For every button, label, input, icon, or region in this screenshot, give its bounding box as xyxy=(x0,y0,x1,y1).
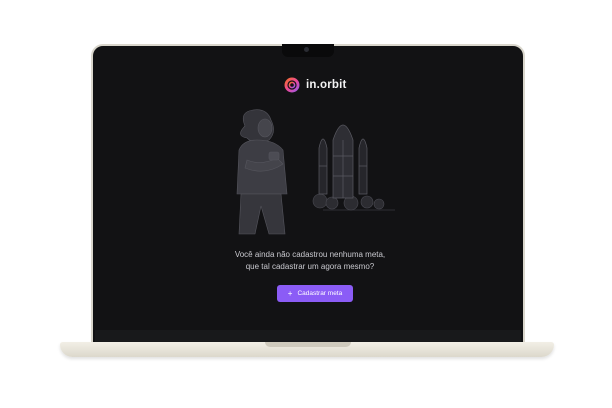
plus-icon: + xyxy=(287,288,293,298)
screen-bottom-bezel xyxy=(95,330,521,342)
cadastrar-meta-label: Cadastrar meta xyxy=(297,290,343,297)
empty-state-message: Você ainda não cadastrou nenhuma meta, q… xyxy=(205,249,415,272)
app-name: in.orbit xyxy=(306,79,347,91)
empty-state-line-1: Você ainda não cadastrou nenhuma meta, xyxy=(234,250,386,259)
laptop-mockup: in.orbit Você ainda não cadastrou nenhum… xyxy=(0,0,612,408)
astronaut-rocket-illustration-icon xyxy=(236,109,395,235)
app-screen: in.orbit Você ainda não cadastrou nenhum… xyxy=(95,50,521,330)
empty-state-line-2: que tal cadastrar um agora mesmo? xyxy=(245,261,375,271)
camera-icon xyxy=(304,47,309,52)
orbit-logo-icon xyxy=(284,77,300,93)
cadastrar-meta-button[interactable]: + Cadastrar meta xyxy=(277,285,353,302)
laptop-base-lip xyxy=(265,342,351,347)
brand: in.orbit xyxy=(284,76,347,94)
